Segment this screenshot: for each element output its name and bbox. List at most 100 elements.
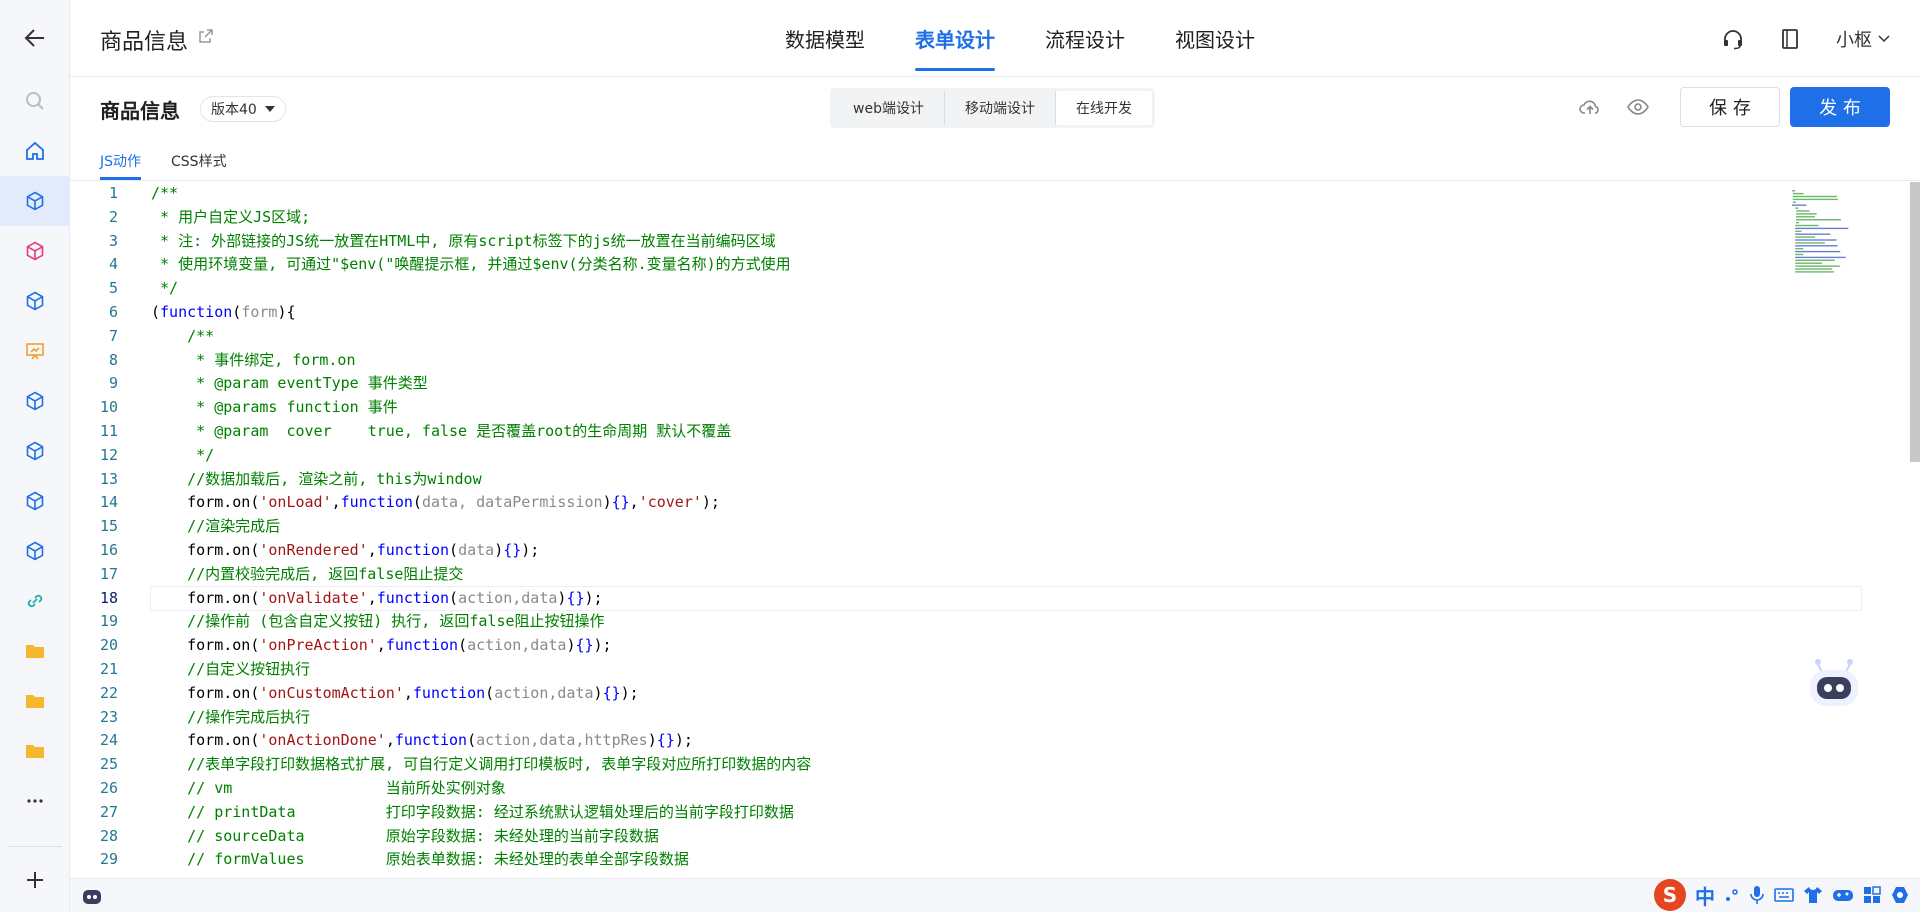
ime-toolbar: S 中	[1654, 878, 1920, 912]
code-line[interactable]: */	[151, 444, 1861, 468]
ime-language[interactable]: 中	[1695, 881, 1715, 910]
version-label: 版本40	[211, 102, 257, 118]
tab-data-model[interactable]: 数据模型	[760, 0, 890, 77]
code-line[interactable]: * 事件绑定, form.on	[151, 349, 1861, 373]
ime-settings-icon[interactable]	[1890, 885, 1910, 905]
minimap-line	[1795, 224, 1819, 227]
line-number: 23	[99, 707, 118, 726]
code-line[interactable]: * @param eventType 事件类型	[151, 372, 1861, 396]
rail-cube-3[interactable]	[0, 276, 70, 326]
minimap-line	[1795, 268, 1833, 270]
code-line[interactable]: */	[151, 277, 1861, 301]
code-line[interactable]: * 用户自定义JS区域;	[151, 206, 1861, 230]
assistant-robot-button[interactable]	[1806, 656, 1862, 716]
editor-scrollbar[interactable]	[1910, 182, 1920, 462]
rail-cube-7[interactable]	[0, 526, 70, 576]
code-minimap[interactable]	[1790, 188, 1912, 278]
code-line[interactable]: // printData 打印字段数据: 经过系统默认逻辑处理后的当前字段打印数…	[151, 801, 1861, 825]
code-line[interactable]: form.on('onRendered',function(data){});	[151, 539, 1861, 563]
code-line[interactable]: * 使用环境变量, 可通过"$env("唤醒提示框, 并通过$env(分类名称.…	[151, 253, 1861, 277]
rail-cube-6[interactable]	[0, 476, 70, 526]
code-line[interactable]: //自定义按钮执行	[151, 658, 1861, 682]
code-line[interactable]: form.on('onCustomAction',function(action…	[151, 682, 1861, 706]
save-button[interactable]: 保 存	[1680, 87, 1780, 127]
line-number: 8	[108, 350, 118, 369]
ime-logo[interactable]: S	[1654, 879, 1686, 911]
code-line[interactable]: form.on('onLoad',function(data, dataPerm…	[151, 491, 1861, 515]
preview-button[interactable]	[1614, 87, 1662, 127]
tab-js-action[interactable]: JS动作	[100, 144, 142, 180]
rail-more[interactable]	[0, 776, 70, 826]
folder-icon	[26, 745, 44, 758]
line-number: 28	[99, 826, 118, 845]
line-number: 16	[99, 540, 118, 559]
rail-cube-4[interactable]	[0, 376, 70, 426]
code-line[interactable]: /**	[151, 325, 1861, 349]
line-number: 17	[99, 564, 118, 583]
rail-presentation[interactable]	[0, 326, 70, 376]
code-line[interactable]: //操作前 (包含自定义按钮) 执行, 返回false阻止按钮操作	[151, 610, 1861, 634]
code-line[interactable]: (function(form){	[151, 301, 1861, 325]
rail-search[interactable]	[0, 76, 70, 126]
mode-web[interactable]: web端设计	[833, 91, 945, 125]
back-button[interactable]	[0, 0, 70, 76]
version-select[interactable]: 版本40	[200, 96, 286, 122]
code-line[interactable]: //渲染完成后	[151, 515, 1861, 539]
rail-home[interactable]	[0, 126, 70, 176]
mode-online-dev[interactable]: 在线开发	[1055, 91, 1152, 125]
code-line[interactable]: * 注: 外部链接的JS统一放置在HTML中, 原有script标签下的js统一…	[151, 230, 1861, 254]
code-content[interactable]: /** * 用户自定义JS区域; * 注: 外部链接的JS统一放置在HTML中,…	[150, 182, 1862, 872]
rail-cube-2[interactable]	[0, 226, 70, 276]
headset-icon[interactable]	[1722, 28, 1744, 50]
line-number: 21	[99, 659, 118, 678]
rail-link[interactable]	[0, 576, 70, 626]
rail-folder-1[interactable]	[0, 626, 70, 676]
external-link-icon	[199, 29, 213, 43]
grid-icon[interactable]	[1863, 886, 1881, 904]
rail-divider	[8, 846, 62, 847]
toolbar-divider	[70, 180, 1920, 181]
code-editor[interactable]: 1 2 3 4 5 6 7 8 9 10 11 12 13 14 15 16 17 18 19 20 21 22 23 24 2…	[70, 182, 1920, 878]
minimap-line	[1795, 230, 1802, 232]
mode-mobile[interactable]: 移动端设计	[945, 91, 1056, 125]
robot-small-icon[interactable]	[82, 887, 102, 905]
microphone-icon[interactable]	[1749, 885, 1765, 905]
code-line[interactable]: * @param cover true, false 是否覆盖root的生命周期…	[151, 420, 1861, 444]
code-line[interactable]: //数据加载后, 渲染之前, this为window	[151, 468, 1861, 492]
code-line[interactable]: form.on('onActionDone',function(action,d…	[151, 729, 1861, 753]
code-line[interactable]: // sourceData 原始字段数据: 未经处理的当前字段数据	[151, 825, 1861, 849]
line-number: 15	[99, 517, 118, 536]
code-line[interactable]: form.on('onValidate',function(action,dat…	[150, 585, 1862, 612]
punctuation-icon[interactable]	[1724, 887, 1740, 903]
external-link-button[interactable]	[198, 28, 214, 48]
code-line[interactable]: // formValues 原始表单数据: 未经处理的表单全部字段数据	[151, 848, 1861, 872]
rail-folder-2[interactable]	[0, 676, 70, 726]
line-number: 26	[99, 778, 118, 797]
publish-button[interactable]: 发 布	[1790, 87, 1890, 127]
code-line[interactable]: form.on('onPreAction',function(action,da…	[151, 634, 1861, 658]
upload-cloud-button[interactable]	[1566, 87, 1614, 127]
tab-flow-design[interactable]: 流程设计	[1020, 0, 1150, 77]
tab-view-design[interactable]: 视图设计	[1150, 0, 1280, 77]
rail-cube-5[interactable]	[0, 426, 70, 476]
book-icon[interactable]	[1780, 28, 1800, 50]
code-line[interactable]: //内置校验完成后, 返回false阻止提交	[151, 563, 1861, 587]
rail-cube-1[interactable]	[0, 176, 70, 226]
tab-form-design[interactable]: 表单设计	[890, 0, 1020, 77]
add-button[interactable]	[0, 855, 70, 905]
user-menu[interactable]: 小枢	[1836, 26, 1890, 52]
gamepad-icon[interactable]	[1832, 887, 1854, 903]
shirt-icon[interactable]	[1803, 886, 1823, 904]
code-line[interactable]: // vm 当前所处实例对象	[151, 777, 1861, 801]
code-line[interactable]: //操作完成后执行	[151, 706, 1861, 730]
cube-icon	[26, 241, 44, 261]
tab-css-style[interactable]: CSS样式	[171, 144, 227, 178]
keyboard-icon[interactable]	[1774, 887, 1794, 903]
arrow-left-icon	[24, 29, 44, 47]
code-line[interactable]: /**	[151, 182, 1861, 206]
code-line[interactable]: * @params function 事件	[151, 396, 1861, 420]
line-number: 13	[99, 469, 118, 488]
rail-folder-3[interactable]	[0, 726, 70, 776]
search-icon	[26, 92, 44, 110]
code-line[interactable]: //表单字段打印数据格式扩展, 可自行定义调用打印模板时, 表单字段对应所打印数…	[151, 753, 1861, 777]
